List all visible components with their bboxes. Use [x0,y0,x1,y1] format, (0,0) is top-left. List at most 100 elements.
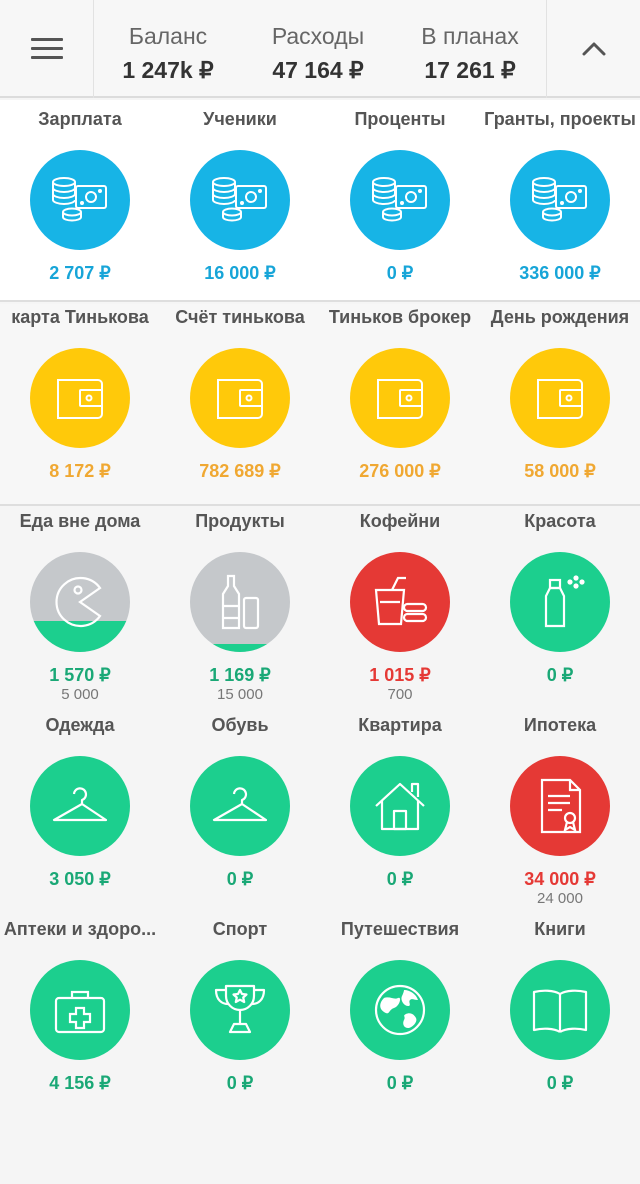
expense-amount: 0 ₽ [226,1073,254,1093]
income-tile[interactable]: Зарплата 2 707 ₽ [0,108,160,284]
money-icon [528,172,592,228]
expense-tile[interactable]: Одежда 3 050 ₽ [0,714,160,890]
income-amount: 2 707 ₽ [49,263,111,283]
balance-label: Баланс [128,23,208,49]
wallet-icon [372,374,428,422]
expense-circle[interactable] [30,756,130,856]
expense-circle[interactable] [350,756,450,856]
expense-circle[interactable] [190,552,290,652]
income-circle[interactable] [510,150,610,250]
expenses-label: Расходы [271,23,365,49]
income-name: Проценты [354,109,446,129]
collapse-button[interactable] [546,0,640,98]
account-circle[interactable] [30,348,130,448]
summary-header: Баланс 1 247k ₽ Расходы 47 164 ₽ В плана… [0,0,640,98]
account-tile[interactable]: День рождения 58 000 ₽ [480,306,640,482]
accounts-section: карта Тинькова 8 172 ₽ Счёт тинькова 782 68… [0,304,640,506]
account-tile[interactable]: карта Тинькова 8 172 ₽ [0,306,160,482]
expense-limit: 24 000 [537,890,583,907]
expense-amount: 1 015 ₽ [369,665,431,685]
expense-tile[interactable]: Квартира 0 ₽ [320,714,480,890]
income-tile[interactable]: Проценты 0 ₽ [320,108,480,284]
expense-circle[interactable] [30,552,130,652]
account-circle[interactable] [510,348,610,448]
income-section: Зарплата 2 707 ₽ Ученики 16 000 ₽ Проценты 0 … [0,100,640,302]
expense-amount: 0 ₽ [546,1073,574,1093]
account-circle[interactable] [190,348,290,448]
expense-tile[interactable]: Книги 0 ₽ [480,918,640,1094]
wallet-icon [532,374,588,422]
expense-amount: 4 156 ₽ [49,1073,111,1093]
income-name: Зарплата [38,109,122,129]
hanger-icon [208,782,272,830]
account-name: Счёт тинькова [175,307,305,327]
money-icon [368,172,432,228]
expense-tile[interactable]: Обувь 0 ₽ [160,714,320,890]
expense-name: Спорт [212,919,268,939]
expense-name: Квартира [358,715,442,735]
income-tile[interactable]: Ученики 16 000 ₽ [160,108,320,284]
expense-tile[interactable]: Кофейни 1 015 ₽700 [320,510,480,704]
balance-stat[interactable]: Баланс 1 247k ₽ [98,22,238,86]
account-circle[interactable] [350,348,450,448]
account-tile[interactable]: Счёт тинькова 782 689 ₽ [160,306,320,482]
account-tile[interactable]: Тиньков брокер 276 000 ₽ [320,306,480,482]
account-amount: 782 689 ₽ [199,461,281,481]
expense-circle[interactable] [510,552,610,652]
account-amount: 8 172 ₽ [49,461,111,481]
expense-amount: 1 570 ₽ [49,665,111,685]
account-name: карта Тинькова [11,307,149,327]
expense-tile[interactable]: Еда вне дома 1 570 ₽5 000 [0,510,160,704]
income-tile[interactable]: Гранты, проекты 336 000 ₽ [480,108,640,284]
expense-tile[interactable]: Продукты 1 169 ₽15 000 [160,510,320,704]
expense-circle[interactable] [190,756,290,856]
globe-icon [370,980,430,1040]
expenses-stat[interactable]: Расходы 47 164 ₽ [248,22,388,86]
plans-value: 17 261 ₽ [424,57,516,83]
income-amount: 336 000 ₽ [519,263,601,283]
expense-name: Красота [524,511,596,531]
expenses-section: Еда вне дома 1 570 ₽5 000 Продукты 1 169 ₽1… [0,508,640,1184]
expense-name: Путешествия [340,919,460,939]
expense-amount: 3 050 ₽ [49,869,111,889]
book-icon [528,984,592,1036]
expense-name: Одежда [45,715,115,735]
expense-limit: 5 000 [61,686,99,703]
income-circle[interactable] [190,150,290,250]
money-icon [48,172,112,228]
income-amount: 16 000 ₽ [204,263,276,283]
expense-tile[interactable]: Красота 0 ₽ [480,510,640,686]
account-amount: 58 000 ₽ [524,461,596,481]
bottles-icon [212,572,268,632]
income-amount: 0 ₽ [386,263,414,283]
expense-name: Еда вне дома [19,511,141,531]
expense-circle[interactable] [350,552,450,652]
plans-label: В планах [421,23,519,49]
expense-tile[interactable]: Ипотека 34 000 ₽24 000 [480,714,640,908]
expense-circle[interactable] [350,960,450,1060]
certificate-icon [532,776,588,836]
expense-amount: 34 000 ₽ [524,869,596,889]
expense-tile[interactable]: Аптеки и здоро... 4 156 ₽ [0,918,160,1094]
expense-circle[interactable] [30,960,130,1060]
expense-name: Книги [534,919,586,939]
expense-tile[interactable]: Спорт 0 ₽ [160,918,320,1094]
expense-circle[interactable] [510,960,610,1060]
money-icon [208,172,272,228]
expense-limit: 700 [387,686,413,703]
expense-circle[interactable] [190,960,290,1060]
house-icon [370,776,430,836]
perfume-icon [532,572,588,632]
income-name: Ученики [203,109,277,129]
chevron-up-icon [582,42,605,56]
expense-amount: 0 ₽ [546,665,574,685]
expense-name: Обувь [211,715,269,735]
trophy-icon [210,980,270,1040]
income-circle[interactable] [30,150,130,250]
account-amount: 276 000 ₽ [359,461,441,481]
plans-stat[interactable]: В планах 17 261 ₽ [400,22,540,86]
expense-tile[interactable]: Путешествия 0 ₽ [320,918,480,1094]
expense-circle[interactable] [510,756,610,856]
menu-button[interactable] [0,0,94,98]
income-circle[interactable] [350,150,450,250]
